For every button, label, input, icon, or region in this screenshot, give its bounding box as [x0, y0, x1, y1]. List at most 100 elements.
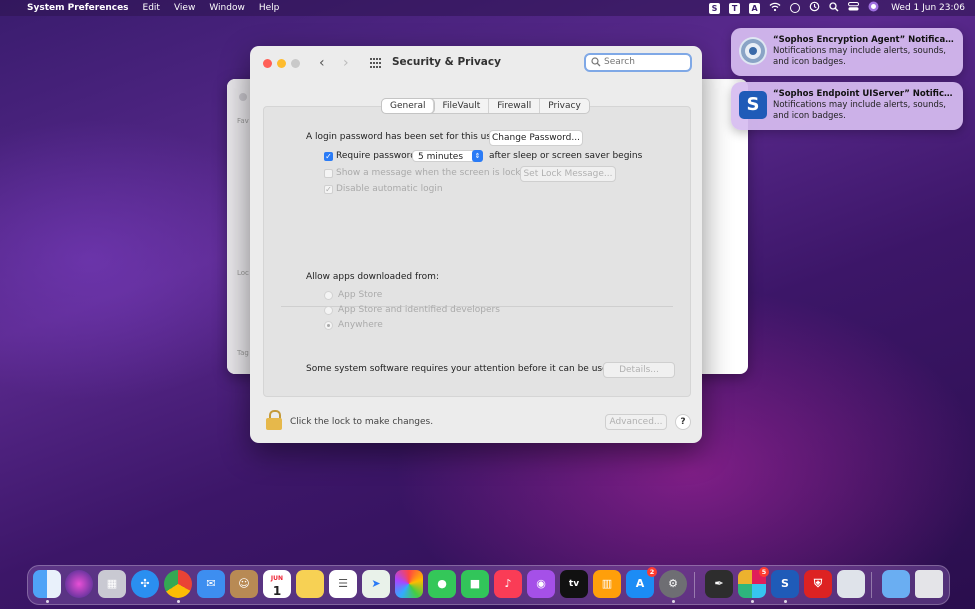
search-field[interactable]: [584, 53, 692, 72]
password-interval-value: 5 minutes: [418, 152, 464, 162]
back-button[interactable]: ‹: [319, 55, 325, 71]
radio-app-store[interactable]: [324, 291, 333, 300]
fountain-pen-app-icon[interactable]: ✒: [705, 570, 733, 598]
require-password-checkbox[interactable]: ✓: [324, 152, 333, 161]
notification-endpoint-uiserver[interactable]: S “Sophos Endpoint UIServer” Notificatio…: [731, 82, 963, 130]
help-button[interactable]: ?: [675, 414, 691, 430]
calendar-month: JUN: [270, 575, 284, 582]
notification-body: Notifications may include alerts, sounds…: [773, 46, 947, 67]
radio-anywhere[interactable]: [324, 321, 333, 330]
show-message-label: Show a message when the screen is locked: [336, 168, 532, 178]
dock-separator: [871, 572, 872, 598]
sidebar-tags-label: Tag: [237, 349, 249, 357]
notification-encryption-agent[interactable]: “Sophos Encryption Agent” Notifications …: [731, 28, 963, 76]
messages-icon[interactable]: ●: [428, 570, 456, 598]
books-icon[interactable]: ▥: [593, 570, 621, 598]
disable-auto-login-checkbox[interactable]: ✓: [324, 185, 333, 194]
mail-icon[interactable]: ✉: [197, 570, 225, 598]
notification-title: “Sophos Endpoint UIServer” Notificatio..…: [773, 89, 955, 99]
slack-icon[interactable]: 5: [738, 567, 769, 598]
app-store-badge: 2: [647, 567, 657, 577]
show-all-grid-icon[interactable]: [370, 58, 381, 69]
photos-icon[interactable]: [395, 570, 423, 598]
minimize-window-button[interactable]: [277, 59, 286, 68]
menu-bar: System Preferences Edit View Window Help…: [0, 0, 975, 16]
siri-icon[interactable]: [868, 1, 879, 15]
title-bar[interactable]: ‹ › Security & Privacy: [250, 46, 702, 82]
calendar-icon[interactable]: JUN 1: [263, 570, 291, 598]
siri-icon[interactable]: [65, 570, 93, 598]
calendar-day: 1: [272, 584, 282, 598]
require-password-label: Require password: [336, 151, 416, 161]
user-icon[interactable]: [790, 3, 801, 13]
change-password-button[interactable]: Change Password...: [489, 130, 583, 146]
shield-app-icon[interactable]: ⛨: [804, 570, 832, 598]
time-machine-icon[interactable]: [809, 1, 820, 15]
menu-view[interactable]: View: [174, 3, 195, 13]
running-indicator: [46, 600, 49, 603]
password-interval-select[interactable]: 5 minutes ⇕: [412, 150, 483, 162]
lock-icon[interactable]: [265, 410, 283, 430]
tab-general[interactable]: General: [382, 99, 435, 113]
menu-help[interactable]: Help: [259, 3, 280, 13]
slack-badge: 5: [759, 567, 769, 577]
sophos-endpoint-icon[interactable]: S: [771, 570, 799, 598]
launchpad-icon[interactable]: ▦: [98, 570, 126, 598]
notes-icon[interactable]: [296, 570, 324, 598]
sophos-encryption-icon: [739, 37, 767, 65]
sidebar-locations-label: Loc: [237, 269, 249, 277]
tab-firewall[interactable]: Firewall: [489, 99, 541, 113]
show-message-checkbox[interactable]: [324, 169, 333, 178]
after-sleep-text: after sleep or screen saver begins: [489, 151, 643, 161]
system-preferences-icon[interactable]: ⚙: [659, 570, 687, 598]
menu-edit[interactable]: Edit: [143, 3, 160, 13]
details-button[interactable]: Details...: [603, 362, 675, 378]
menu-app-name[interactable]: System Preferences: [27, 3, 129, 13]
set-lock-message-button[interactable]: Set Lock Message...: [520, 166, 616, 182]
chrome-icon[interactable]: [164, 570, 192, 598]
security-privacy-window: ‹ › Security & Privacy A login password …: [250, 46, 702, 443]
sidebar-favourites-label: Fav: [237, 117, 249, 125]
facetime-icon[interactable]: ■: [461, 570, 489, 598]
safari-icon[interactable]: ✣: [131, 570, 159, 598]
general-pane: A login password has been set for this u…: [263, 106, 691, 397]
zoom-window-button[interactable]: [291, 59, 300, 68]
music-icon[interactable]: ♪: [494, 570, 522, 598]
wifi-icon[interactable]: [769, 2, 781, 15]
trash-icon[interactable]: [915, 570, 943, 598]
sophos-status-icon[interactable]: S: [709, 2, 721, 14]
language-icon[interactable]: A: [749, 2, 761, 14]
notification-body: Notifications may include alerts, sounds…: [773, 100, 947, 121]
utility-app-icon[interactable]: [837, 570, 865, 598]
dock-separator: [694, 572, 695, 598]
tab-privacy[interactable]: Privacy: [540, 99, 589, 113]
tab-bar: General FileVault Firewall Privacy: [381, 98, 590, 114]
disable-auto-login-label: Disable automatic login: [336, 184, 443, 194]
login-password-text: A login password has been set for this u…: [306, 132, 501, 142]
menu-clock[interactable]: Wed 1 Jun 23:06: [891, 3, 965, 13]
reminders-icon[interactable]: ☰: [329, 570, 357, 598]
app-store-icon[interactable]: A 2: [626, 567, 657, 598]
contacts-icon[interactable]: ☺: [230, 570, 258, 598]
close-window-button[interactable]: [263, 59, 272, 68]
radio-identified-developers[interactable]: [324, 306, 333, 315]
menu-window[interactable]: Window: [209, 3, 245, 13]
tab-filevault[interactable]: FileVault: [434, 99, 490, 113]
running-indicator: [784, 600, 787, 603]
search-input[interactable]: [604, 57, 686, 67]
text-input-icon[interactable]: T: [729, 2, 741, 14]
running-indicator: [672, 600, 675, 603]
maps-icon[interactable]: ➤: [362, 570, 390, 598]
forward-button[interactable]: ›: [343, 55, 349, 71]
advanced-button[interactable]: Advanced...: [605, 414, 667, 430]
running-indicator: [751, 600, 754, 603]
radio-app-store-label: App Store: [338, 290, 383, 300]
search-icon: [591, 57, 601, 70]
downloads-folder-icon[interactable]: [882, 570, 910, 598]
podcasts-icon[interactable]: ◉: [527, 570, 555, 598]
control-center-icon[interactable]: [848, 2, 860, 14]
radio-identified-developers-label: App Store and identified developers: [338, 305, 500, 315]
spotlight-icon[interactable]: [829, 1, 839, 15]
finder-icon[interactable]: [33, 570, 61, 598]
apple-tv-icon[interactable]: tv: [560, 570, 588, 598]
